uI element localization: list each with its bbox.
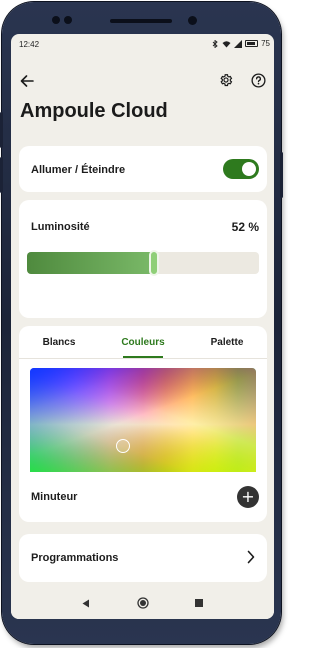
chevron-right-icon (247, 550, 255, 564)
battery-icon (245, 40, 259, 47)
app-bar (11, 56, 274, 100)
back-button[interactable] (16, 70, 38, 92)
tab-divider (19, 358, 267, 359)
status-time: 12:42 (19, 40, 40, 49)
system-nav-bar (11, 589, 274, 619)
power-toggle[interactable] (223, 159, 259, 179)
top-bezel (2, 2, 285, 36)
sensor-dot (64, 16, 72, 24)
plus-icon[interactable]: + (237, 486, 259, 508)
color-picker-cursor[interactable] (116, 439, 130, 453)
schedules-label: Programmations (31, 552, 119, 564)
power-label: Allumer / Éteindre (31, 164, 126, 176)
help-circle-icon (250, 72, 266, 88)
nav-recents-icon[interactable] (195, 599, 203, 607)
tab-couleurs[interactable]: Couleurs (107, 326, 179, 358)
color-picker[interactable] (30, 368, 256, 481)
power-side-button (280, 152, 283, 198)
power-card: Allumer / Éteindre (19, 146, 267, 192)
wifi-icon (222, 40, 231, 47)
timer-label: Minuteur (31, 491, 78, 503)
brightness-thumb[interactable] (149, 250, 159, 276)
nav-back-icon[interactable] (82, 599, 90, 608)
phone-frame: 12:42 75 Ampoule Cloud Allumer / Éteindr… (0, 2, 283, 644)
brightness-value: 52 % (231, 220, 259, 234)
timer-card[interactable]: Minuteur + (19, 472, 267, 522)
speaker-grille (110, 19, 172, 23)
battery-level: 75 (261, 39, 270, 48)
volume-button (0, 112, 3, 148)
tab-palette[interactable]: Palette (191, 326, 263, 358)
screen: 12:42 75 Ampoule Cloud Allumer / Éteindr… (11, 34, 274, 619)
front-camera (188, 16, 197, 25)
gear-icon (220, 74, 233, 87)
help-button[interactable] (247, 69, 269, 91)
brightness-slider[interactable] (27, 252, 259, 274)
signal-icon (234, 39, 243, 48)
toggle-knob (242, 162, 256, 176)
sensor-dot (52, 16, 60, 24)
bluetooth-icon (212, 39, 218, 48)
volume-down-button (0, 157, 3, 193)
status-bar: 12:42 75 (11, 34, 274, 56)
settings-button[interactable] (215, 69, 237, 91)
color-mode-card: Blancs Couleurs Palette (19, 326, 267, 494)
brightness-fill (27, 252, 154, 274)
status-icons: 75 (212, 39, 270, 48)
tab-blancs[interactable]: Blancs (23, 326, 95, 358)
arrow-left-icon (20, 75, 34, 87)
brightness-label: Luminosité (31, 221, 90, 233)
nav-home-icon[interactable] (137, 597, 149, 609)
brightness-card: Luminosité 52 % (19, 200, 267, 318)
schedules-card[interactable]: Programmations (19, 534, 267, 582)
page-title: Ampoule Cloud (20, 100, 168, 122)
